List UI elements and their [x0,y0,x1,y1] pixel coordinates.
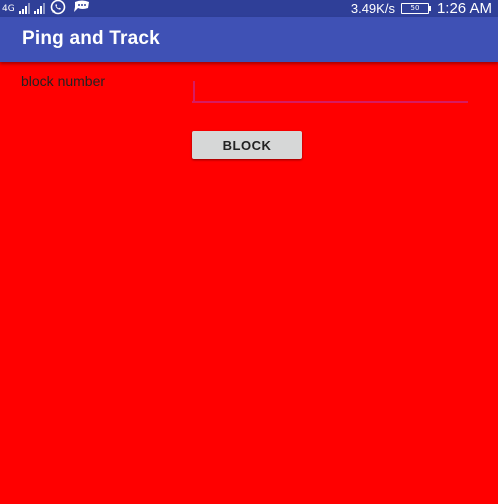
whatsapp-icon [49,0,67,19]
app-title: Ping and Track [22,28,160,49]
signal-icon [33,3,45,14]
block-number-input[interactable] [192,76,468,103]
block-number-label: block number [21,73,106,89]
network-type: 4G [2,3,15,14]
battery-icon: 50 [400,3,431,14]
status-bar: 4G 3.49K/s 50 1:26 AM [0,0,498,17]
status-right: 3.49K/s 50 1:26 AM [351,0,492,17]
network-speed: 3.49K/s [350,1,395,16]
battery-level: 50 [410,4,420,12]
content-area: block number BLOCK [0,62,498,504]
block-button[interactable]: BLOCK [192,131,302,159]
signal-icon [18,3,30,14]
clock: 1:26 AM [436,0,492,17]
text-cursor [193,81,195,101]
status-left: 4G [2,0,93,17]
app-bar: Ping and Track [0,17,498,62]
chat-icon [71,0,93,18]
screen: 4G 3.49K/s 50 1:26 AM Ping and Track blo… [0,0,498,504]
